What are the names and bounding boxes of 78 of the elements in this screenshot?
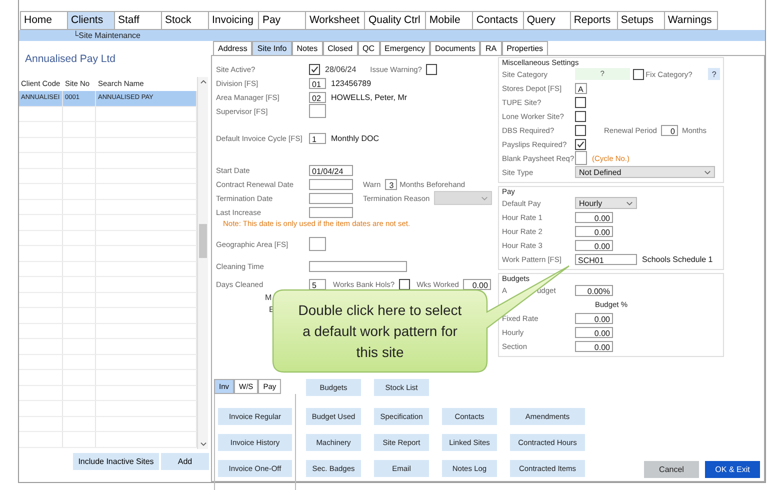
date-field[interactable] [309,192,353,204]
budget-field[interactable]: 0.00 [575,326,613,338]
chevron-down-icon [704,170,711,174]
menu-tab[interactable]: Warnings [664,11,718,30]
checkbox[interactable] [632,68,644,80]
menu-tab[interactable]: Staff [114,11,161,30]
rate-field[interactable]: 0.00 [575,226,613,236]
rate-field[interactable]: 0.00 [575,240,613,250]
site-tab[interactable]: Address [213,41,252,55]
checkbox[interactable] [426,64,437,74]
rate-field[interactable]: 0.00 [575,212,613,222]
panel-button[interactable]: Add [161,453,209,470]
number-field[interactable]: 0 [660,124,678,136]
help-button[interactable]: ? [708,68,720,80]
chevron-down-icon [626,200,633,206]
code-field[interactable] [309,237,326,251]
checkbox[interactable] [309,64,320,74]
checkbox[interactable] [575,124,586,136]
field-value: HOWELLS, Peter, Mr [331,92,408,102]
site-tab[interactable]: QC [358,41,380,55]
date-field[interactable]: 01/04/24 [309,164,353,176]
budget-field[interactable]: 0.00 [575,340,613,352]
checkbox[interactable] [575,138,586,150]
client-title: Annualised Pay Ltd [24,52,116,67]
budget-field[interactable]: 0.00% [575,284,613,296]
menu-tab[interactable]: Stock [161,11,208,30]
menu-tab[interactable]: Setups [616,11,664,30]
menu-tab[interactable]: Invoicing [208,11,258,30]
date-field[interactable] [309,206,353,218]
field-value: 123456789 [331,78,372,88]
site-tab[interactable]: Closed [322,41,358,55]
menu-tab[interactable]: Quality Ctrl [364,11,426,30]
callout-text: Double click here to select a default work pattern for this site [297,301,463,362]
menu-tab[interactable]: Clients [67,11,114,30]
work-pattern-field[interactable]: SCH01 [575,254,637,264]
code-field[interactable] [309,104,326,118]
number-field[interactable] [575,151,587,165]
site-tab[interactable]: RA [480,41,502,55]
code-field[interactable]: 1 [309,132,326,144]
site-tab[interactable]: Properties [502,41,548,55]
site-tab[interactable]: Notes [292,41,323,55]
menu-tab[interactable]: Query [522,11,570,30]
dialog-button[interactable]: OK & Exit [705,461,760,478]
site-tab[interactable]: Site Info [252,41,292,55]
menu-tab[interactable]: Mobile [425,11,472,30]
site-tab[interactable]: Documents [430,41,480,55]
site-type-dropdown[interactable]: Not Defined [575,166,715,178]
partial-label: M [265,293,272,302]
chevron-down-icon [480,196,488,200]
menu-tab[interactable]: Home [20,11,67,30]
scrollbar[interactable] [198,77,208,449]
code-field[interactable]: 01 [309,78,326,88]
checkbox[interactable] [398,278,410,290]
date-field[interactable] [309,178,353,190]
field-value: Schools Schedule 1 [642,254,713,264]
menu-tab[interactable]: Worksheet [305,11,364,30]
code-field[interactable]: A [575,82,587,94]
menu-tab[interactable]: Pay [258,11,306,30]
checkbox[interactable] [575,110,586,122]
scrollbar-thumb[interactable] [199,224,207,258]
budget-field[interactable]: 0.00 [575,312,613,324]
code-field[interactable]: 02 [309,92,326,102]
number-field[interactable]: 5 [309,278,326,290]
menu-tab[interactable]: Contacts [472,11,523,30]
dialog-button[interactable]: Cancel [644,461,699,478]
date-text: 28/06/24 [325,64,356,74]
field-value: Monthly DOC [331,134,380,142]
number-field[interactable]: 3 [384,178,397,190]
number-field[interactable]: 0.00 [462,278,491,290]
text-field[interactable] [309,260,407,272]
menu-tab[interactable]: Reports [570,11,617,30]
scroll-up-icon[interactable] [200,79,206,84]
pay-dropdown[interactable]: Hourly [575,197,637,209]
breadcrumb-bar: └Site Maintenance [19,30,765,41]
scroll-down-icon[interactable] [200,442,206,447]
site-tab[interactable]: Emergency [380,41,430,55]
checkbox[interactable] [575,96,586,108]
panel-button[interactable]: Include Inactive Sites [73,453,159,470]
